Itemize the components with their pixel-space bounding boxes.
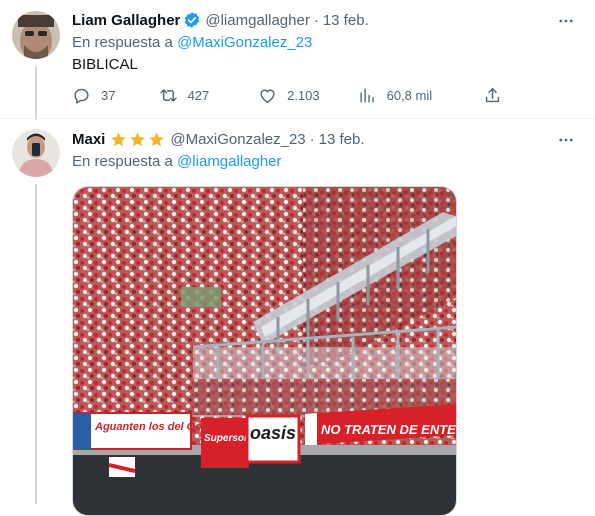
like-button[interactable]: 2.103 [258, 86, 358, 105]
thread-line-top [35, 66, 37, 120]
views-button[interactable]: 60,8 mil [358, 86, 483, 105]
separator: · [313, 11, 319, 29]
reply-mention-link[interactable]: @liamgallagher [177, 153, 281, 170]
tweet-media-photo[interactable]: Aguanten los del Oeste Supersonic oasis … [72, 186, 457, 516]
verified-badge-icon [183, 11, 201, 29]
retweet-icon [159, 89, 177, 102]
banner-center-text: oasis [250, 423, 296, 443]
avatar-liam-gallagher[interactable] [12, 11, 60, 59]
avatar-maxi[interactable] [12, 129, 60, 177]
tweet1-header: Liam Gallagher @liamgallagher · 13 feb. [72, 11, 369, 29]
author-handle[interactable]: @liamgallagher [205, 12, 309, 29]
reply-context: En respuesta a @MaxiGonzalez_23 [72, 34, 312, 51]
star-icon [110, 131, 127, 148]
reply-icon [74, 88, 89, 104]
share-icon [485, 88, 500, 103]
views-icon [360, 88, 374, 103]
reply-mention-link[interactable]: @MaxiGonzalez_23 [177, 34, 312, 51]
author-name[interactable]: Liam Gallagher [72, 12, 180, 29]
like-icon [260, 89, 275, 103]
retweet-button[interactable]: 427 [159, 86, 259, 105]
star-icon [148, 131, 165, 148]
thread-line-bottom [35, 184, 37, 504]
more-icon[interactable] [555, 10, 577, 32]
author-handle[interactable]: @MaxiGonzalez_23 [170, 131, 305, 148]
retweet-count: 427 [187, 88, 210, 103]
reply-prefix: En respuesta a [72, 153, 173, 170]
reply-count: 37 [101, 88, 116, 103]
reply-context: En respuesta a @liamgallagher [72, 153, 282, 170]
reply-button[interactable]: 37 [72, 86, 159, 105]
share-button[interactable] [483, 86, 502, 105]
tweet-divider [0, 118, 595, 119]
tweet2-header: Maxi @MaxiGonzalez_23 · 13 feb. [72, 131, 365, 148]
like-count: 2.103 [287, 88, 320, 103]
author-name[interactable]: Maxi [72, 131, 105, 148]
tweet-text: BIBLICAL [72, 56, 138, 73]
tweet-actions: 37 427 2.103 60,8 mil [72, 86, 502, 105]
views-count: 60,8 mil [386, 88, 433, 103]
tweet-date[interactable]: 13 feb. [319, 131, 365, 148]
banner-right-text: NO TRATEN DE ENTENDERNOS [321, 422, 457, 437]
banner-left-text: Aguanten los del Oeste [94, 421, 217, 433]
separator: · [309, 131, 315, 148]
star-icon [129, 131, 146, 148]
reply-prefix: En respuesta a [72, 34, 173, 51]
more-icon[interactable] [555, 129, 577, 151]
tweet-date[interactable]: 13 feb. [323, 12, 369, 29]
